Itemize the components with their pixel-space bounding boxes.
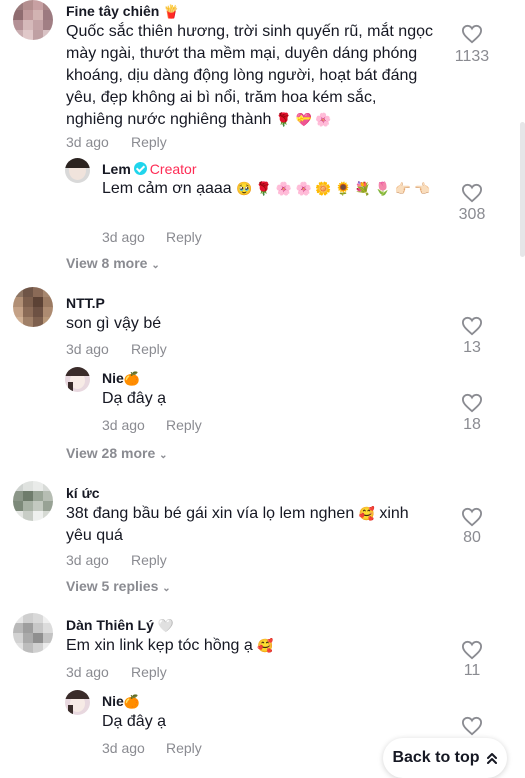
reply-time: 3d ago bbox=[102, 229, 145, 245]
reply-text: Dạ đây ạ bbox=[102, 713, 167, 730]
chevron-down-icon: ⌄ bbox=[159, 450, 168, 461]
scrollbar-thumb[interactable] bbox=[520, 122, 525, 257]
chevron-down-icon: ⌄ bbox=[162, 583, 171, 594]
reply-time: 3d ago bbox=[102, 417, 145, 433]
like-count: 1133 bbox=[454, 48, 490, 65]
comment-text: 38t đang bầu bé gái xin vía lọ lem nghen… bbox=[66, 505, 409, 544]
chevron-down-icon: ⌄ bbox=[151, 260, 160, 271]
white-heart-emoji: 🤍 bbox=[157, 618, 174, 633]
reply-username[interactable]: Lem Creator bbox=[102, 161, 196, 177]
view-more-replies[interactable]: View 28 more ⌄ bbox=[66, 445, 168, 461]
like-count: 80 bbox=[463, 529, 481, 546]
orange-emoji: 🍊 bbox=[123, 371, 140, 386]
comment-time: 3d ago bbox=[66, 134, 109, 150]
avatar[interactable] bbox=[65, 158, 90, 183]
creator-badge: Creator bbox=[149, 161, 197, 177]
comment-text: Quốc sắc thiên hương, trời sinh quyến rũ… bbox=[66, 23, 433, 128]
avatar[interactable] bbox=[13, 481, 53, 521]
avatar[interactable] bbox=[65, 367, 90, 392]
comment-username[interactable]: kí ức bbox=[66, 485, 100, 501]
double-chevron-up-icon bbox=[486, 753, 497, 764]
reply-text: Dạ đây ạ bbox=[102, 390, 167, 407]
view-more-replies[interactable]: View 5 replies ⌄ bbox=[66, 578, 171, 594]
like-count: 11 bbox=[463, 662, 481, 679]
heart-icon[interactable] bbox=[461, 393, 483, 413]
reply-button[interactable]: Reply bbox=[131, 664, 167, 680]
reply-button[interactable]: Reply bbox=[131, 341, 167, 357]
comment-time: 3d ago bbox=[66, 664, 109, 680]
reply-text: Lem cảm ơn ạaaa 🥹 🌹 🌸 🌸 🌼 🌻 💐 🌷 👉🏻 👈🏻 bbox=[102, 180, 431, 197]
reply-time: 3d ago bbox=[102, 740, 145, 756]
comment-text: son gì vậy bé bbox=[66, 315, 162, 332]
reply-button[interactable]: Reply bbox=[166, 417, 202, 433]
heart-icon[interactable] bbox=[461, 640, 483, 660]
reply-button[interactable]: Reply bbox=[131, 552, 167, 568]
avatar[interactable] bbox=[13, 287, 53, 327]
comment-username[interactable]: Dàn Thiên Lý 🤍 bbox=[66, 617, 174, 634]
reply-username[interactable]: Nie🍊 bbox=[102, 693, 140, 710]
comment-time: 3d ago bbox=[66, 552, 109, 568]
comment-username[interactable]: NTT.P bbox=[66, 295, 105, 311]
heart-icon[interactable] bbox=[461, 316, 483, 336]
back-to-top-label: Back to top bbox=[392, 749, 480, 766]
reply-button[interactable]: Reply bbox=[166, 229, 202, 245]
like-count: 13 bbox=[463, 339, 481, 356]
avatar[interactable] bbox=[65, 690, 90, 715]
reply-button[interactable]: Reply bbox=[131, 134, 167, 150]
reply-username[interactable]: Nie🍊 bbox=[102, 370, 140, 387]
like-count: 18 bbox=[463, 416, 481, 433]
like-count: 308 bbox=[458, 206, 486, 223]
verified-icon bbox=[133, 162, 147, 175]
comment-text: Em xin link kẹp tóc hồng ạ 🥰 bbox=[66, 637, 274, 654]
avatar[interactable] bbox=[13, 0, 53, 40]
heart-icon[interactable] bbox=[461, 183, 483, 203]
fries-emoji: 🍟 bbox=[163, 4, 180, 19]
heart-icon[interactable] bbox=[461, 716, 483, 736]
back-to-top-button[interactable]: Back to top bbox=[383, 738, 507, 778]
avatar[interactable] bbox=[13, 613, 53, 653]
view-more-replies[interactable]: View 8 more ⌄ bbox=[66, 255, 160, 271]
comment-time: 3d ago bbox=[66, 341, 109, 357]
heart-icon[interactable] bbox=[461, 24, 483, 44]
comment-username[interactable]: Fine tây chiên 🍟 bbox=[66, 3, 179, 20]
orange-emoji: 🍊 bbox=[123, 694, 140, 709]
heart-icon[interactable] bbox=[461, 507, 483, 527]
reply-button[interactable]: Reply bbox=[166, 740, 202, 756]
